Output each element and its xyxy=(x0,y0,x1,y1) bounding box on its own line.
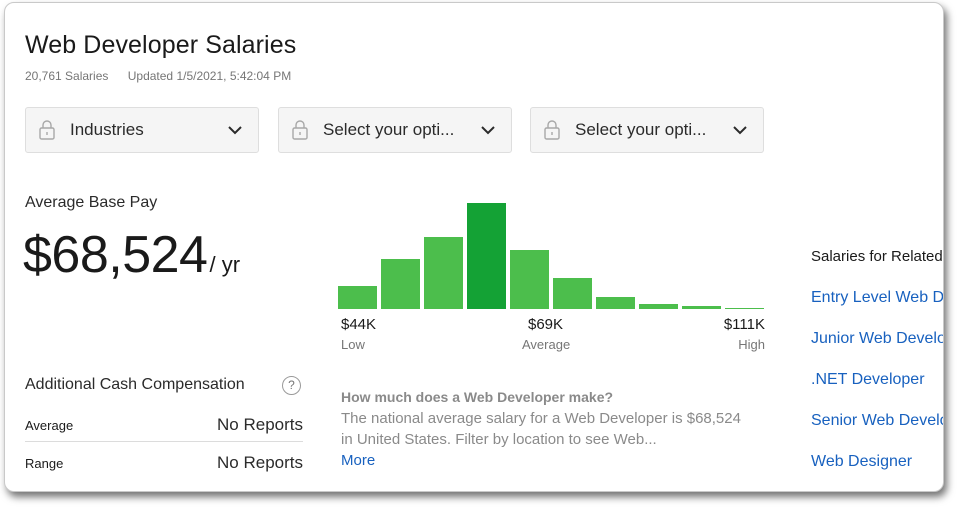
pay-unit: / yr xyxy=(209,252,241,277)
histogram-bar xyxy=(381,259,420,309)
average-base-pay: $68,524/ yr xyxy=(23,225,240,285)
histogram-average-value: $69K xyxy=(528,316,564,333)
lock-icon xyxy=(39,120,55,140)
histogram-bar xyxy=(467,203,506,309)
compensation-row-average: Average No Reports xyxy=(25,415,303,439)
filter-option-select-2[interactable]: Select your opti... xyxy=(530,107,764,153)
filter-label: Select your opti... xyxy=(323,120,455,139)
page-title: Web Developer Salaries xyxy=(25,31,297,59)
compensation-row-range: Range No Reports xyxy=(25,453,303,477)
histogram-bar xyxy=(553,278,592,309)
compensation-key: Average xyxy=(25,418,74,433)
histogram-bar xyxy=(596,297,635,309)
compensation-value: No Reports xyxy=(217,415,303,434)
related-link-web-designer[interactable]: Web Designer xyxy=(811,453,912,471)
more-link[interactable]: More xyxy=(341,452,375,469)
salary-card: Web Developer Salaries 20,761 Salaries U… xyxy=(4,2,944,492)
histogram-bar xyxy=(682,306,721,309)
salary-count: 20,761 Salaries xyxy=(25,69,109,83)
help-icon[interactable]: ? xyxy=(282,376,301,395)
histogram-low-label: Low xyxy=(341,337,365,352)
pay-amount: $68,524 xyxy=(23,226,208,284)
page-meta: 20,761 Salaries Updated 1/5/2021, 5:42:0… xyxy=(25,69,307,83)
histogram-bar xyxy=(639,304,678,309)
filter-label: Industries xyxy=(70,120,144,139)
histogram-bar xyxy=(424,237,463,309)
histogram-average-label: Average xyxy=(522,337,571,352)
histogram-bar xyxy=(725,308,764,309)
average-base-pay-label: Average Base Pay xyxy=(25,194,158,211)
related-link-junior-web-developer[interactable]: Junior Web Developer xyxy=(811,330,943,348)
compensation-key: Range xyxy=(25,456,64,471)
filter-industries-select[interactable]: Industries xyxy=(25,107,259,153)
related-link-net-developer[interactable]: .NET Developer xyxy=(811,371,925,389)
histogram-high-label: High xyxy=(738,337,765,352)
compensation-value: No Reports xyxy=(217,453,303,472)
histogram-bar xyxy=(510,250,549,309)
chevron-down-icon xyxy=(228,126,242,135)
faq-question: How much does a Web Developer make? xyxy=(341,389,614,405)
chevron-down-icon xyxy=(733,126,747,135)
histogram-high-value: $111K xyxy=(723,316,765,333)
lock-icon xyxy=(292,120,308,140)
related-link-senior-web-developer[interactable]: Senior Web Developer xyxy=(811,412,943,430)
updated-timestamp: Updated 1/5/2021, 5:42:04 PM xyxy=(127,69,292,83)
histogram-low-value: $44K xyxy=(341,316,377,333)
filter-option-select-1[interactable]: Select your opti... xyxy=(278,107,512,153)
additional-cash-compensation-title: Additional Cash Compensation xyxy=(25,376,245,393)
faq-answer: The national average salary for a Web De… xyxy=(341,410,741,448)
lock-icon xyxy=(544,120,560,140)
salary-histogram xyxy=(338,203,768,309)
histogram-bar xyxy=(338,286,377,309)
chevron-down-icon xyxy=(481,126,495,135)
related-titles-heading: Salaries for Related Job Titles xyxy=(811,248,943,265)
related-link-entry-level-web-developer[interactable]: Entry Level Web Developer xyxy=(811,289,943,307)
filter-label: Select your opti... xyxy=(575,120,707,139)
row-divider xyxy=(25,441,303,442)
